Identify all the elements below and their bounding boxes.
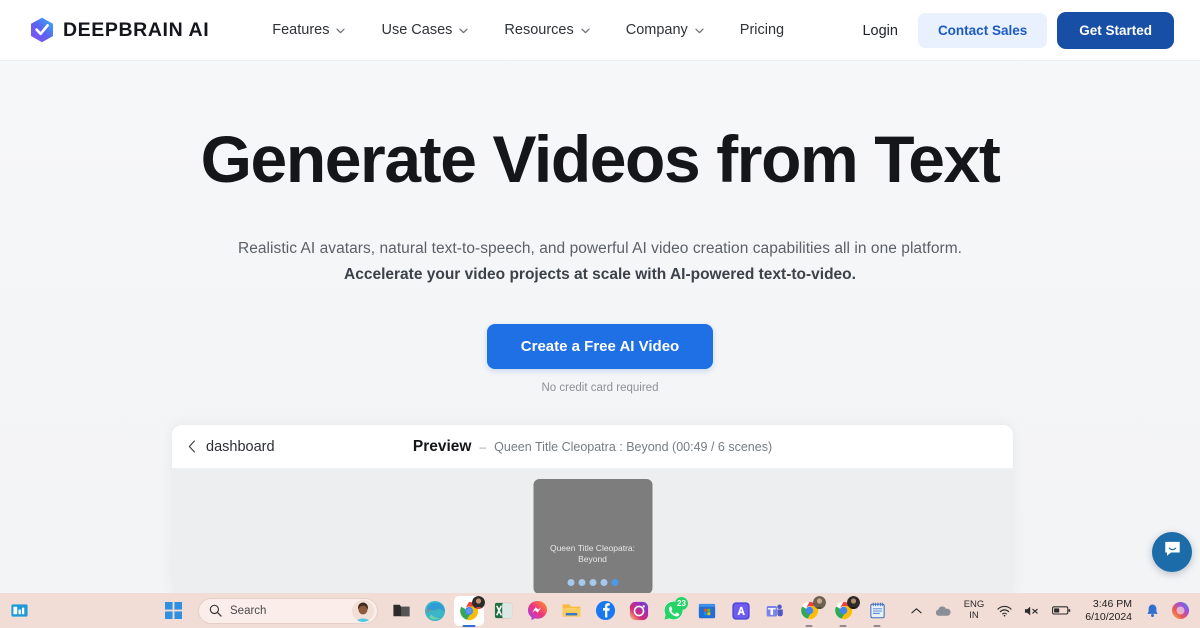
nav-item-company[interactable]: Company [608, 16, 722, 44]
site-header: DEEPBRAIN AI Features Use Cases Resource [0, 0, 1200, 61]
hero-section: Generate Videos from Text Realistic AI a… [0, 61, 1200, 394]
taskbar-icon-notepad[interactable] [862, 596, 892, 626]
chevron-down-icon [336, 28, 346, 34]
language-line-1: ENG [963, 599, 985, 611]
scene-dot[interactable] [578, 579, 585, 586]
chrome-profile-avatar [847, 595, 860, 609]
taskbar-icon-file-explorer[interactable] [556, 596, 586, 626]
web-page: DEEPBRAIN AI Features Use Cases Resource [0, 0, 1200, 593]
login-link[interactable]: Login [848, 15, 911, 47]
nav-label: Resources [504, 22, 574, 38]
nav-item-use-cases[interactable]: Use Cases [363, 16, 486, 44]
scene-dot[interactable] [567, 579, 574, 586]
page-title: Generate Videos from Text [200, 122, 1001, 196]
clock-time: 3:46 PM [1092, 598, 1132, 611]
onedrive-cloud-icon[interactable] [928, 596, 957, 626]
create-free-ai-video-button[interactable]: Create a Free AI Video [486, 323, 714, 369]
clock-date: 6/10/2024 [1085, 610, 1132, 623]
video-scene-caption: Queen Title Cleopatra: Beyond [549, 543, 636, 565]
deepbrain-cube-icon [30, 17, 54, 43]
dashboard-label: dashboard [206, 438, 275, 455]
preview-title-group: Preview – Queen Title Cleopatra : Beyond… [172, 438, 1013, 456]
scene-pagination-dots [533, 579, 652, 586]
back-to-dashboard-button[interactable]: dashboard [188, 439, 275, 455]
taskbar-icon-adobe-illustrator[interactable] [726, 596, 756, 626]
search-icon [209, 604, 222, 617]
taskbar-search-box[interactable]: Search [198, 597, 378, 624]
taskbar-icon-chrome-profile-1[interactable] [794, 595, 826, 626]
main-navigation: Features Use Cases Resources Company Pri… [254, 16, 802, 44]
nav-item-resources[interactable]: Resources [486, 16, 607, 44]
chrome-profile-avatar [813, 595, 826, 609]
preview-card: dashboard Preview – Queen Title Cleopatr… [172, 425, 1013, 593]
system-tray: ENG IN 3:46 PM 6/10/2024 [905, 593, 1196, 628]
start-button[interactable] [160, 598, 186, 624]
chat-launcher-button[interactable] [1152, 532, 1192, 572]
file-explorer-dark-icon[interactable] [386, 596, 416, 626]
chrome-profile-avatar [472, 595, 485, 609]
cta-container: Create a Free AI Video No credit card re… [0, 284, 1200, 394]
hero-subtitle-line-1: Realistic AI avatars, natural text-to-sp… [237, 239, 963, 257]
nav-label: Use Cases [381, 22, 453, 38]
scene-dot[interactable] [589, 579, 596, 586]
chevron-down-icon [459, 28, 469, 34]
scene-dot[interactable] [600, 579, 607, 586]
taskbar-icon-microsoft-store[interactable] [692, 596, 722, 626]
copilot-icon[interactable] [1165, 596, 1196, 626]
search-avatar[interactable] [352, 599, 374, 622]
taskbar-icon-chrome-profile-2[interactable] [828, 595, 860, 626]
chat-bubble-icon [1163, 540, 1182, 564]
nav-item-features[interactable]: Features [254, 16, 363, 44]
wifi-icon[interactable] [991, 596, 1018, 626]
header-actions: Login Contact Sales Get Started [848, 0, 1174, 61]
show-hidden-icons-button[interactable] [905, 596, 928, 626]
preview-separator: – [479, 439, 487, 454]
whatsapp-badge-count: 23 [675, 596, 688, 610]
scene-dot-active[interactable] [611, 579, 618, 586]
chevron-down-icon [695, 28, 704, 34]
chevron-down-icon [581, 28, 590, 34]
taskbar-icon-microsoft-excel[interactable] [488, 596, 518, 626]
notifications-bell-icon[interactable] [1140, 596, 1165, 626]
brand-name: DEEPBRAIN AI [63, 18, 210, 41]
taskbar-icon-microsoft-edge[interactable] [420, 596, 450, 626]
brand-logo[interactable]: DEEPBRAIN AI [30, 17, 209, 43]
news-and-interests-widget-icon[interactable] [4, 596, 34, 626]
nav-label: Features [272, 22, 330, 38]
taskbar-icon-whatsapp[interactable]: 23 [658, 596, 688, 626]
preview-meta: Queen Title Cleopatra : Beyond (00:49 / … [494, 439, 773, 454]
hero-subtitle-line-2: Accelerate your video projects at scale … [344, 265, 856, 283]
nav-item-pricing[interactable]: Pricing [722, 16, 802, 44]
taskbar-left-widgets [2, 596, 36, 626]
cta-note: No credit card required [541, 381, 659, 394]
nav-label: Company [625, 22, 688, 38]
taskbar-icon-messenger[interactable] [522, 596, 552, 626]
contact-sales-button[interactable]: Contact Sales [917, 13, 1048, 48]
volume-muted-icon[interactable] [1018, 596, 1046, 626]
taskbar-icon-instagram[interactable] [624, 596, 654, 626]
chevron-left-icon [188, 440, 196, 453]
language-line-2: IN [969, 609, 979, 621]
taskbar-icon-facebook[interactable] [590, 596, 620, 626]
clock[interactable]: 3:46 PM 6/10/2024 [1077, 598, 1140, 622]
video-scene-thumbnail[interactable]: Queen Title Cleopatra: Beyond [533, 479, 652, 593]
preview-card-header: dashboard Preview – Queen Title Cleopatr… [172, 425, 1013, 469]
screen: DEEPBRAIN AI Features Use Cases Resource [0, 0, 1200, 628]
search-placeholder: Search [230, 604, 267, 617]
get-started-button[interactable]: Get Started [1057, 12, 1174, 49]
preview-card-body: Queen Title Cleopatra: Beyond [172, 469, 1013, 593]
preview-title: Preview [412, 437, 472, 455]
nav-label: Pricing [739, 22, 785, 38]
taskbar-icon-google-chrome-active[interactable] [454, 595, 485, 626]
taskbar-icon-microsoft-teams[interactable] [760, 596, 790, 626]
battery-icon[interactable] [1046, 596, 1077, 626]
language-indicator[interactable]: ENG IN [957, 599, 992, 621]
taskbar-center: Search 23 [160, 595, 894, 626]
windows-taskbar: Search 23 ENG IN 3:46 PM 6/10/2024 [0, 593, 1200, 628]
